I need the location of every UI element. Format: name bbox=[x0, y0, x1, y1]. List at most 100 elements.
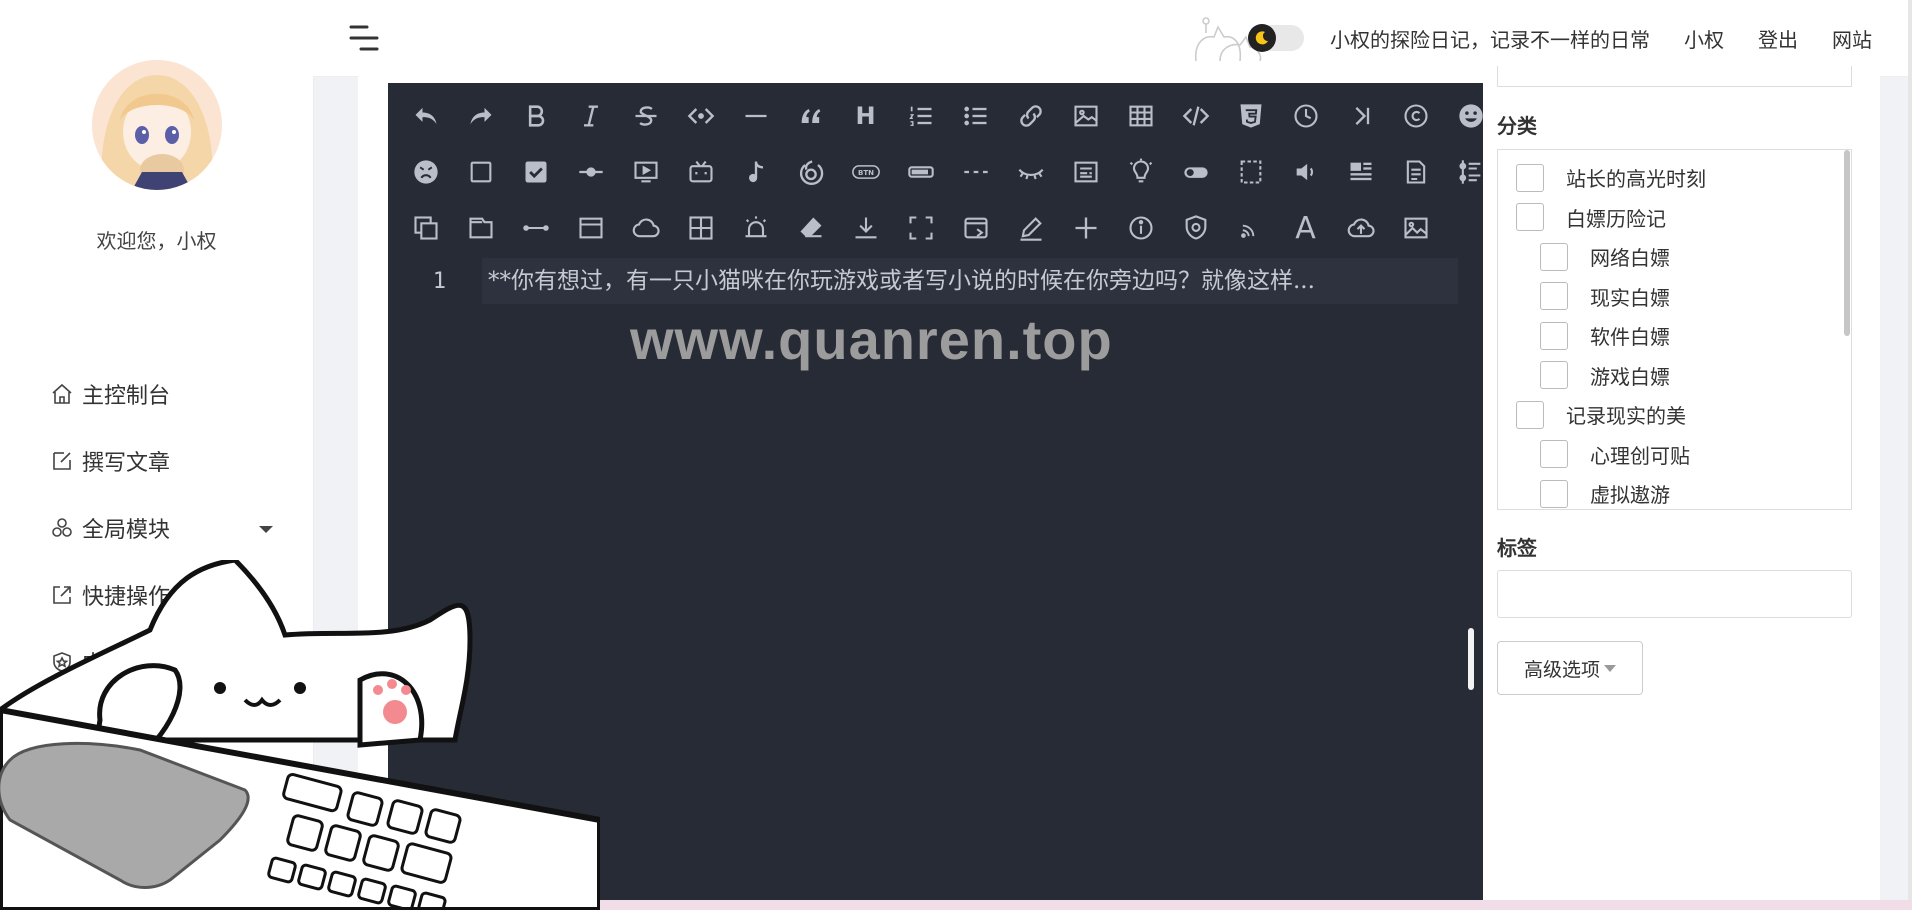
inline-code-icon[interactable] bbox=[673, 92, 728, 140]
emoji-icon[interactable] bbox=[1443, 92, 1498, 140]
ordered-list-icon[interactable] bbox=[893, 92, 948, 140]
cloud-icon[interactable] bbox=[618, 204, 673, 252]
arrows-horizontal-icon[interactable] bbox=[508, 204, 563, 252]
checkbox[interactable] bbox=[1516, 400, 1544, 429]
checkbox-empty-icon[interactable] bbox=[453, 148, 508, 196]
slider-icon[interactable] bbox=[563, 148, 618, 196]
angry-face-icon[interactable] bbox=[398, 148, 453, 196]
checkbox[interactable] bbox=[1540, 321, 1568, 350]
site-link[interactable]: 网站 bbox=[1832, 24, 1872, 53]
home-icon bbox=[48, 380, 76, 408]
image-icon[interactable] bbox=[1058, 92, 1113, 140]
category-item[interactable]: 现实白嫖 bbox=[1516, 277, 1706, 317]
category-item[interactable]: 白嫖历险记 bbox=[1516, 198, 1706, 238]
dashed-line-icon[interactable] bbox=[948, 148, 1003, 196]
category-item[interactable]: 记录现实的美 bbox=[1516, 395, 1706, 435]
horizontal-rule-icon[interactable] bbox=[728, 92, 783, 140]
checkbox[interactable] bbox=[1540, 282, 1568, 311]
editor-toolbar: H BTN A bbox=[388, 83, 1483, 259]
line-content[interactable]: **你有想过，有一只小猫咪在你玩游戏或者写小说的时候在你旁边吗？就像这样... bbox=[482, 258, 1458, 304]
dashed-box-icon[interactable] bbox=[1223, 148, 1278, 196]
checkbox[interactable] bbox=[1540, 361, 1568, 390]
dark-mode-toggle[interactable] bbox=[1248, 24, 1304, 52]
bold-icon[interactable] bbox=[508, 92, 563, 140]
advanced-options-button[interactable]: 高级选项 bbox=[1497, 641, 1643, 695]
netease-music-icon[interactable] bbox=[783, 148, 838, 196]
page-scrollbar[interactable] bbox=[1908, 0, 1912, 910]
toggle-switch-icon[interactable] bbox=[1168, 148, 1223, 196]
italic-icon[interactable] bbox=[563, 92, 618, 140]
category-item[interactable]: 虚拟遨游 bbox=[1516, 474, 1706, 509]
avatar[interactable] bbox=[92, 60, 222, 190]
html5-icon[interactable] bbox=[1223, 92, 1278, 140]
quote-icon[interactable] bbox=[783, 92, 838, 140]
copyright-icon[interactable] bbox=[1388, 92, 1443, 140]
copy-icon[interactable] bbox=[398, 204, 453, 252]
category-item[interactable]: 心理创可贴 bbox=[1516, 435, 1706, 475]
font-icon[interactable]: A bbox=[1278, 204, 1333, 252]
shield-check-icon[interactable] bbox=[1168, 204, 1223, 252]
plus-icon[interactable] bbox=[1058, 204, 1113, 252]
tabs-icon[interactable] bbox=[453, 204, 508, 252]
cloud-upload-icon[interactable] bbox=[1333, 204, 1388, 252]
volume-icon[interactable] bbox=[1278, 148, 1333, 196]
panel-icon[interactable] bbox=[563, 204, 618, 252]
eraser-icon[interactable] bbox=[783, 204, 838, 252]
modules-icon bbox=[48, 514, 76, 542]
moon-icon bbox=[1248, 24, 1276, 52]
editor-scrollbar[interactable] bbox=[1468, 628, 1474, 690]
arrow-right-bar-icon[interactable] bbox=[1333, 92, 1388, 140]
info-icon[interactable] bbox=[1113, 204, 1168, 252]
sidebar-item-dashboard[interactable]: 主控制台 bbox=[48, 360, 298, 427]
table-icon[interactable] bbox=[1113, 92, 1168, 140]
window-icon[interactable] bbox=[948, 204, 1003, 252]
clock-icon[interactable] bbox=[1278, 92, 1333, 140]
rss-icon[interactable] bbox=[1223, 204, 1278, 252]
checkbox[interactable] bbox=[1540, 242, 1568, 271]
code-block-icon[interactable] bbox=[1168, 92, 1223, 140]
editor-line[interactable]: 1 **你有想过，有一只小猫咪在你玩游戏或者写小说的时候在你旁边吗？就像这样..… bbox=[388, 258, 1458, 304]
checkbox[interactable] bbox=[1516, 203, 1544, 232]
category-scrollbar[interactable] bbox=[1844, 150, 1850, 336]
undo-icon[interactable] bbox=[398, 92, 453, 140]
menu-toggle-icon[interactable] bbox=[349, 24, 379, 52]
blog-title[interactable]: 小权的探险日记，记录不一样的日常 bbox=[1330, 24, 1650, 53]
picture-icon[interactable] bbox=[1388, 204, 1443, 252]
grid-icon[interactable] bbox=[673, 204, 728, 252]
checkbox[interactable] bbox=[1540, 440, 1568, 469]
category-item[interactable]: 软件白嫖 bbox=[1516, 316, 1706, 356]
strikethrough-icon[interactable] bbox=[618, 92, 673, 140]
layout-icon[interactable] bbox=[1333, 148, 1388, 196]
redo-icon[interactable] bbox=[453, 92, 508, 140]
category-item[interactable]: 网络白嫖 bbox=[1516, 237, 1706, 277]
sidebar-item-modules[interactable]: 全局模块 bbox=[48, 494, 298, 561]
fullscreen-icon[interactable] bbox=[893, 204, 948, 252]
music-note-icon[interactable] bbox=[728, 148, 783, 196]
video-icon[interactable] bbox=[618, 148, 673, 196]
sidebar-item-write[interactable]: 撰写文章 bbox=[48, 427, 298, 494]
checkbox[interactable] bbox=[1540, 479, 1568, 508]
slug-input-edge[interactable] bbox=[1497, 66, 1852, 87]
pencil-icon[interactable] bbox=[1003, 204, 1058, 252]
alarm-icon[interactable] bbox=[728, 204, 783, 252]
tags-input[interactable] bbox=[1497, 570, 1852, 618]
heading-icon[interactable]: H bbox=[838, 92, 893, 140]
link-icon[interactable] bbox=[1003, 92, 1058, 140]
card-icon[interactable] bbox=[1058, 148, 1113, 196]
logout-link[interactable]: 登出 bbox=[1758, 24, 1798, 53]
timeline-icon[interactable] bbox=[1443, 148, 1498, 196]
document-icon[interactable] bbox=[1388, 148, 1443, 196]
checkbox[interactable] bbox=[1516, 163, 1544, 192]
progress-bar-icon[interactable] bbox=[893, 148, 948, 196]
download-icon[interactable] bbox=[838, 204, 893, 252]
button-tag-icon[interactable]: BTN bbox=[838, 148, 893, 196]
category-list-box[interactable]: 站长的高光时刻 白嫖历险记 网络白嫖 现实白嫖 软件白嫖 游戏白嫖 记录现实的美… bbox=[1497, 149, 1852, 510]
unordered-list-icon[interactable] bbox=[948, 92, 1003, 140]
category-item[interactable]: 站长的高光时刻 bbox=[1516, 158, 1706, 198]
eye-closed-icon[interactable] bbox=[1003, 148, 1058, 196]
user-link[interactable]: 小权 bbox=[1684, 24, 1724, 53]
category-item[interactable]: 游戏白嫖 bbox=[1516, 356, 1706, 396]
lightbulb-icon[interactable] bbox=[1113, 148, 1168, 196]
bilibili-icon[interactable] bbox=[673, 148, 728, 196]
checkbox-checked-icon[interactable] bbox=[508, 148, 563, 196]
